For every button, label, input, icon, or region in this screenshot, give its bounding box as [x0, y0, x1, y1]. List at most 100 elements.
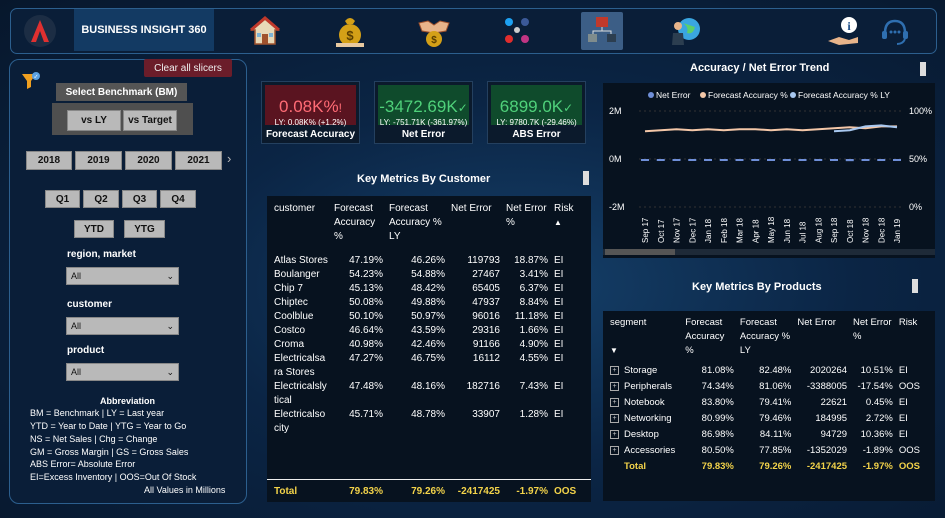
- customer-table-scroll-thumb[interactable]: [583, 171, 589, 185]
- customer-name-cell: Chiptec: [274, 297, 308, 308]
- net-error-cell: 184995: [815, 413, 848, 424]
- info-icon[interactable]: i: [823, 12, 863, 50]
- customer-name-cell: Costco: [274, 325, 306, 336]
- product-table-row[interactable]: + Accessories 80.50% 77.85% -1352029 -1.89% OO…: [607, 444, 923, 460]
- legend-label: Forecast Accuracy % LY: [798, 90, 890, 100]
- col-header-forecast-accuracy-ly[interactable]: Forecast Accuracy % LY: [386, 202, 448, 254]
- col-header-net-error-pct[interactable]: Net Error %: [503, 202, 551, 254]
- customer-table-row[interactable]: Atlas Stores 47.19% 46.26% 119793 18.87% EI: [271, 254, 585, 268]
- col-header-forecast-accuracy[interactable]: Forecast Accuracy %: [682, 316, 737, 364]
- year-2021-button[interactable]: 2021: [175, 151, 222, 170]
- chevron-down-icon: ⌄: [166, 270, 174, 281]
- expand-icon[interactable]: +: [610, 397, 619, 407]
- executive-globe-icon[interactable]: [665, 12, 705, 50]
- x-tick-label: Sep 17: [641, 217, 650, 243]
- chart-scrollbar-thumb[interactable]: [605, 249, 675, 255]
- col-header-segment[interactable]: segment ▼: [607, 316, 682, 364]
- risk-cell: EI: [554, 339, 564, 350]
- expand-icon[interactable]: +: [610, 445, 619, 455]
- expand-icon[interactable]: +: [610, 413, 619, 423]
- customer-table-row[interactable]: Electricalsocity 45.71% 48.78% 33907 1.28% EI: [271, 408, 585, 436]
- product-dropdown[interactable]: All ⌄: [66, 363, 179, 381]
- forecast-accuracy-ly-cell: 49.88%: [411, 297, 445, 308]
- expand-icon[interactable]: +: [610, 365, 619, 375]
- customer-table-row[interactable]: Chip 7 45.13% 48.42% 65405 6.37% EI: [271, 282, 585, 296]
- legend-marker: [700, 92, 706, 98]
- quarter-q1-button[interactable]: Q1: [45, 190, 80, 208]
- year-2018-button[interactable]: 2018: [26, 151, 72, 170]
- forecast-accuracy-cell: 86.98%: [701, 429, 734, 440]
- year-2020-button[interactable]: 2020: [125, 151, 172, 170]
- sales-handshake-icon[interactable]: $: [414, 12, 454, 50]
- product-table-row[interactable]: + Notebook 83.80% 79.41% 22621 0.45% EI: [607, 396, 923, 412]
- expand-icon[interactable]: +: [610, 381, 619, 391]
- kpi-value: 0.08K%: [279, 97, 339, 116]
- trend-chart-scroll-thumb[interactable]: [920, 62, 926, 76]
- risk-cell: EI: [554, 311, 564, 322]
- col-header-net-error[interactable]: Net Error: [794, 316, 850, 364]
- product-table-scroll-thumb[interactable]: [912, 279, 918, 293]
- segment-cell: + Storage: [607, 364, 682, 380]
- finance-money-bag-icon[interactable]: $: [330, 12, 370, 50]
- forecast-accuracy-ly-cell: 46.75%: [411, 353, 445, 364]
- benchmark-vs-target-button[interactable]: vs Target: [123, 110, 177, 131]
- abbreviation-line: GM = Gross Margin | GS = Gross Sales: [30, 447, 189, 457]
- kpi-abs-error-card: 6899.0K✓ LY: 9780.7K (-29.46%) ABS Error: [487, 81, 586, 144]
- customer-table-row[interactable]: Coolblue 50.10% 50.97% 96016 11.18% EI: [271, 310, 585, 324]
- quarter-q3-button[interactable]: Q3: [122, 190, 157, 208]
- forecast-accuracy-ly-cell: 46.26%: [411, 255, 445, 266]
- customer-table-row[interactable]: Costco 46.64% 43.59% 29316 1.66% EI: [271, 324, 585, 338]
- supply-chain-icon[interactable]: [581, 12, 623, 50]
- customer-dropdown[interactable]: All ⌄: [66, 317, 179, 335]
- col-header-forecast-accuracy-ly[interactable]: Forecast Accuracy % LY: [737, 316, 795, 364]
- col-header-forecast-accuracy[interactable]: Forecast Accuracy %: [331, 202, 386, 254]
- segment-label: Notebook: [624, 397, 665, 408]
- legend-label: Net Error: [656, 90, 691, 100]
- clear-all-slicers-button[interactable]: Clear all slicers: [144, 59, 232, 77]
- customer-filter-label: customer: [67, 299, 113, 310]
- forecast-accuracy-ly-cell: 50.97%: [411, 311, 445, 322]
- net-error-bar: [830, 159, 838, 161]
- region-market-dropdown[interactable]: All ⌄: [66, 267, 179, 285]
- col-header-net-error[interactable]: Net Error: [448, 202, 503, 254]
- net-error-bar: [845, 159, 854, 162]
- kpi-value: 6899.0K: [499, 97, 564, 116]
- forecast-accuracy-cell: 80.99%: [701, 413, 734, 424]
- product-table-row[interactable]: + Networking 80.99% 79.46% 184995 2.72% EI: [607, 412, 923, 428]
- col-header-net-error-pct[interactable]: Net Error %: [850, 316, 896, 364]
- kpi-title: Net Error: [401, 129, 446, 140]
- customer-table-row[interactable]: Croma 40.98% 42.46% 91166 4.90% EI: [271, 338, 585, 352]
- col-header-risk-label: Risk: [554, 203, 574, 214]
- period-ytd-button[interactable]: YTD: [74, 220, 114, 238]
- segment-label: Desktop: [624, 429, 659, 440]
- y-right-tick-label: 50%: [909, 154, 927, 164]
- product-table-row[interactable]: + Desktop 86.98% 84.11% 94729 10.36% EI: [607, 428, 923, 444]
- expand-icon[interactable]: +: [610, 429, 619, 439]
- net-error-pct-cell: 2.72%: [865, 413, 893, 424]
- forecast-accuracy-cell: 46.64%: [349, 325, 383, 336]
- home-icon[interactable]: [245, 12, 285, 50]
- col-header-risk[interactable]: Risk ▲: [551, 202, 585, 254]
- year-next-chevron-icon[interactable]: ›: [227, 151, 231, 166]
- period-ytg-button[interactable]: YTG: [124, 220, 165, 238]
- col-header-customer[interactable]: customer: [271, 202, 331, 254]
- customer-table-row[interactable]: Electricalslytical 47.48% 48.16% 182716 7.43…: [271, 380, 585, 408]
- product-table-row[interactable]: + Peripherals 74.34% 81.06% -3388005 -17.54% O…: [607, 380, 923, 396]
- product-table-row[interactable]: + Storage 81.08% 82.48% 2020264 10.51% EI: [607, 364, 923, 380]
- net-error-bar: [814, 159, 823, 161]
- customer-table-row[interactable]: Boulanger 54.23% 54.88% 27467 3.41% EI: [271, 268, 585, 282]
- quarter-q4-button[interactable]: Q4: [160, 190, 196, 208]
- year-2019-button[interactable]: 2019: [75, 151, 122, 170]
- customer-table-row[interactable]: Chiptec 50.08% 49.88% 47937 8.84% EI: [271, 296, 585, 310]
- col-header-risk[interactable]: Risk: [896, 316, 923, 364]
- forecast-accuracy-cell: 40.98%: [349, 339, 383, 350]
- customer-table-row[interactable]: Electricalsara Stores 47.27% 46.75% 16112 4.…: [271, 352, 585, 380]
- filter-icon: ✓: [20, 70, 42, 92]
- support-headset-icon[interactable]: [875, 12, 915, 50]
- quarter-q2-button[interactable]: Q2: [83, 190, 119, 208]
- benchmark-vs-ly-button[interactable]: vs LY: [67, 110, 121, 131]
- x-tick-label: Mar 18: [736, 218, 745, 243]
- region-market-label: region, market: [67, 249, 136, 260]
- net-error-pct-cell: -17.54%: [857, 381, 893, 392]
- marketing-social-icon[interactable]: [497, 12, 537, 50]
